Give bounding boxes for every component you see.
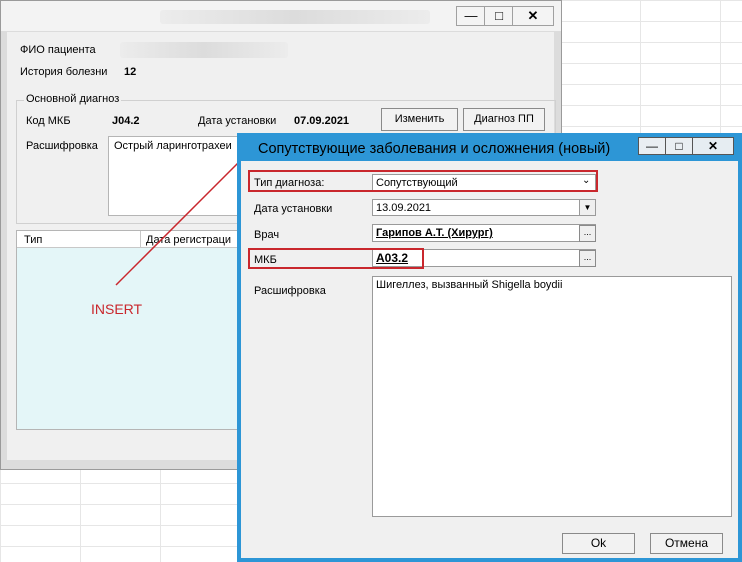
annotation-insert-label: INSERT	[91, 301, 143, 317]
dialog-decode-value: Шигеллез, вызванный Shigella boydii	[376, 279, 563, 291]
maximize-icon[interactable]: □	[665, 137, 693, 155]
close-icon[interactable]: ✕	[692, 137, 734, 155]
dialog-decode-label: Расшифровка	[254, 285, 326, 297]
dialog-date-value: 13.09.2021	[376, 202, 432, 214]
mkb-highlight-box	[248, 248, 424, 269]
minimize-icon[interactable]: —	[638, 137, 666, 155]
dialog-title: Сопутствующие заболевания и осложнения (…	[258, 141, 611, 157]
doctor-value: Гарипов А.Т. (Хирург)	[376, 227, 493, 239]
dialog-date-label: Дата установки	[254, 203, 333, 215]
type-highlight-box	[248, 170, 598, 192]
dialog-date-picker[interactable]: 13.09.2021	[372, 199, 596, 216]
doctor-field[interactable]: Гарипов А.Т. (Хирург)	[372, 224, 596, 242]
ellipsis-icon[interactable]: ...	[579, 250, 596, 267]
ellipsis-icon[interactable]: ...	[579, 225, 596, 242]
cancel-button[interactable]: Отмена	[650, 533, 723, 554]
ok-button[interactable]: Ok	[562, 533, 635, 554]
annotation-arrow-line	[115, 154, 247, 286]
dialog-decode-textarea[interactable]: Шигеллез, вызванный Shigella boydii	[372, 276, 732, 517]
dropdown-arrow-icon[interactable]: ▼	[579, 200, 595, 215]
doctor-label: Врач	[254, 229, 280, 241]
